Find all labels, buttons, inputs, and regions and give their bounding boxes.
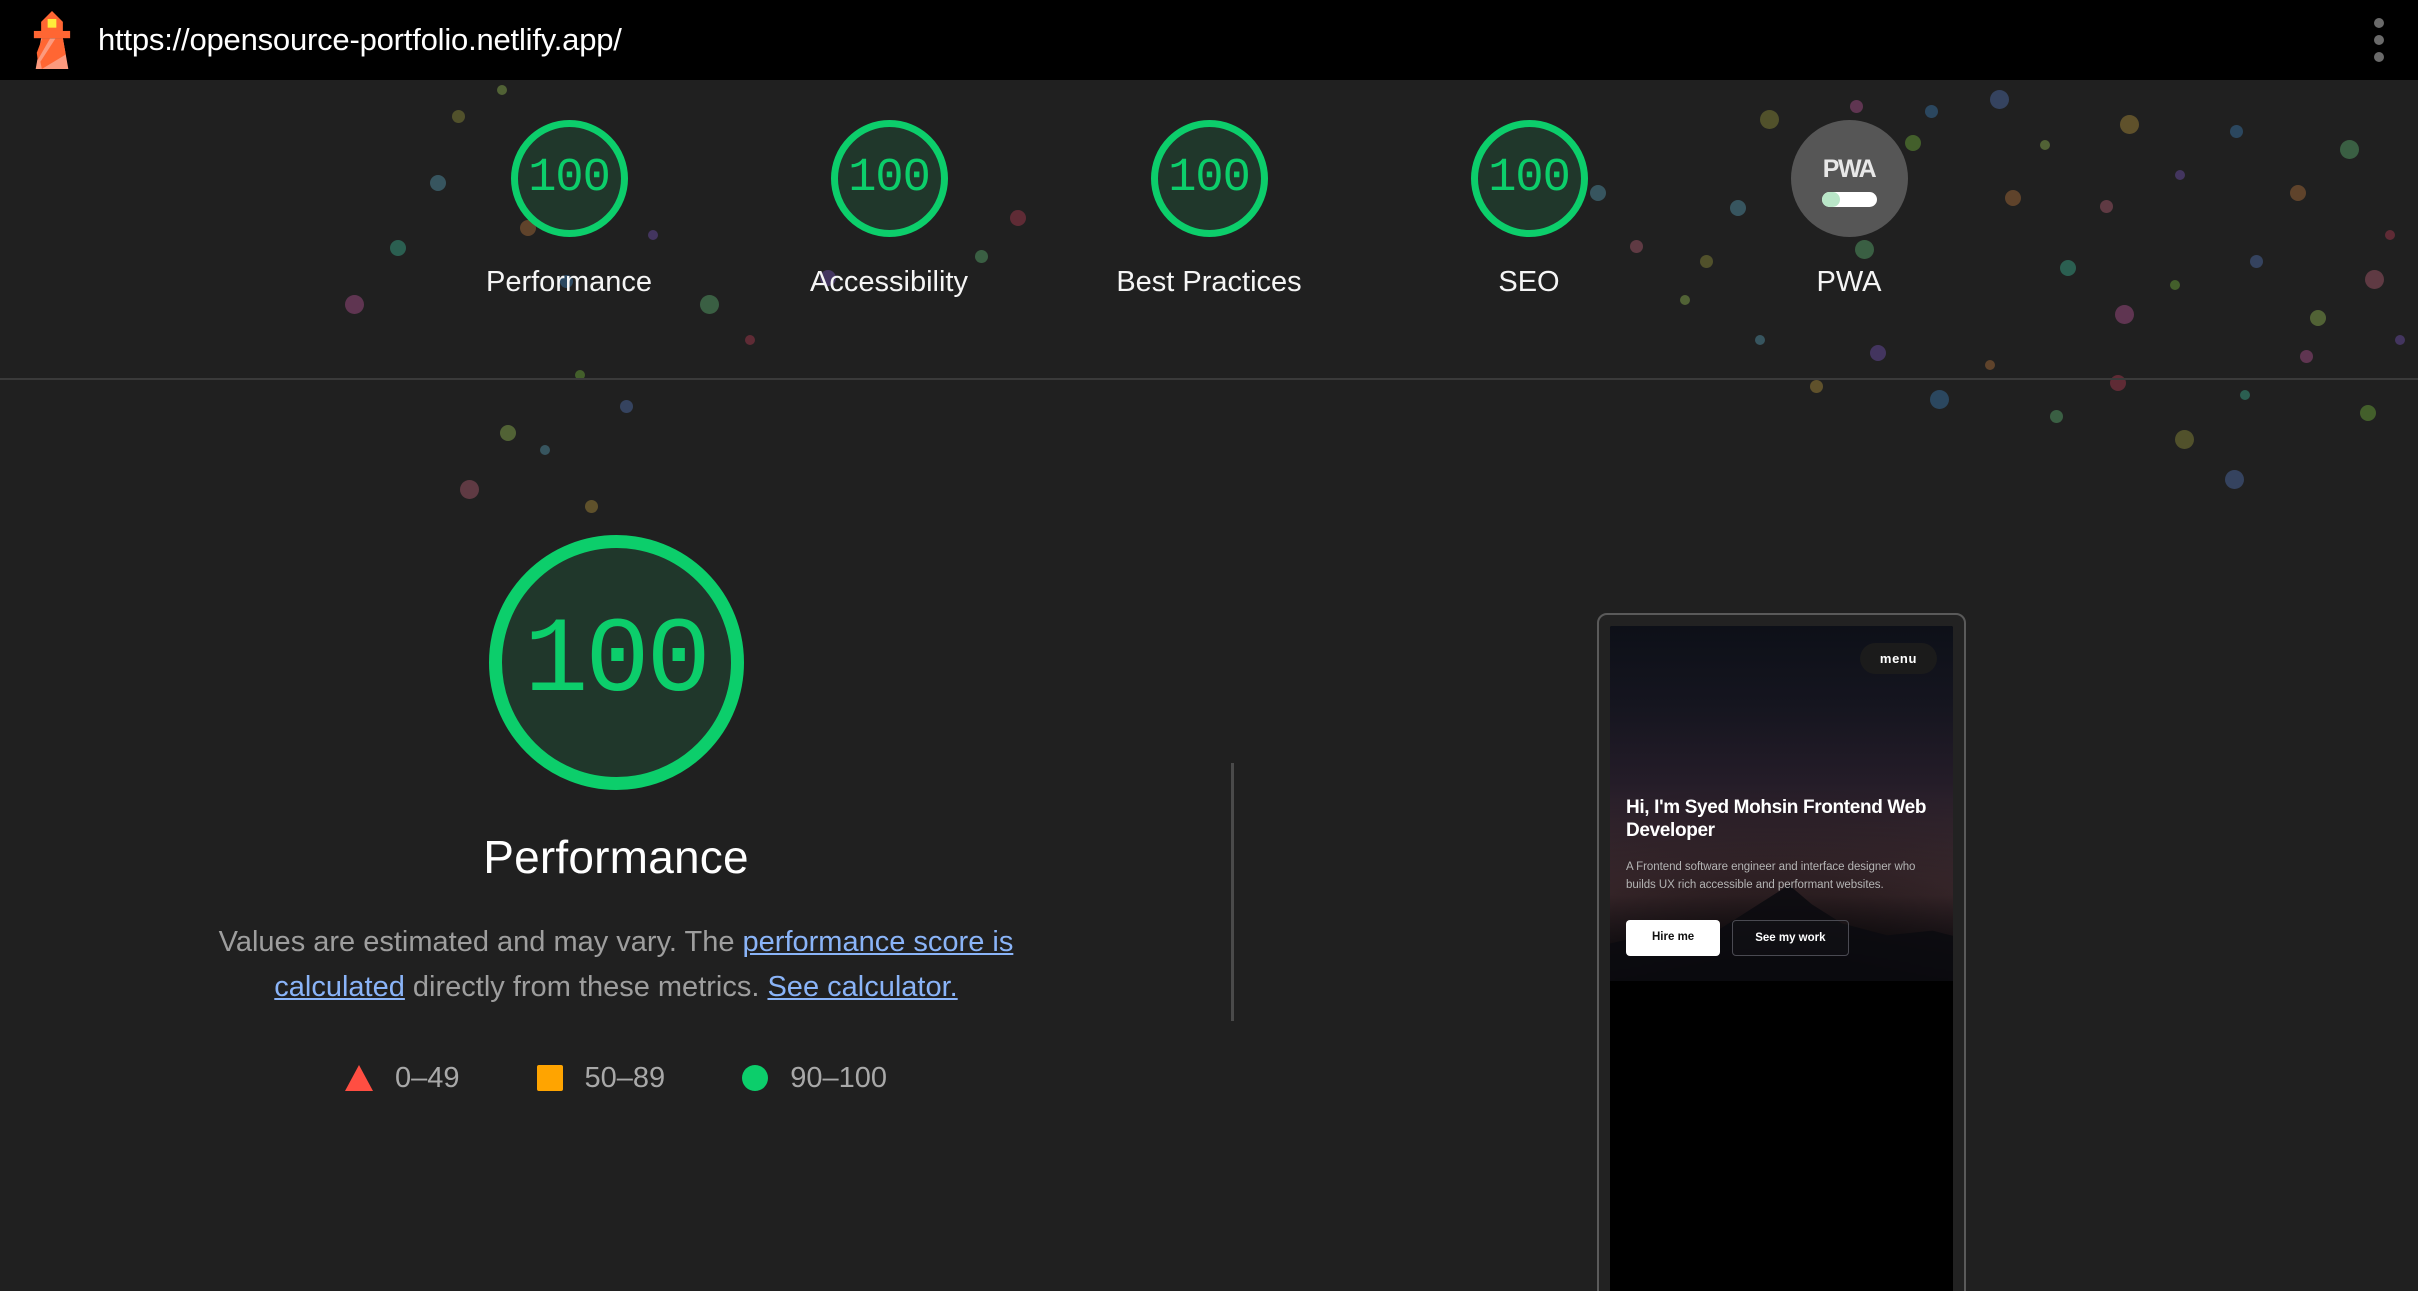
score-gauges-row: 100 Performance 100 Accessibility 100 Be… <box>0 80 2418 378</box>
desc-text-1: Values are estimated and may vary. The <box>219 926 743 958</box>
hire-me-button[interactable]: Hire me <box>1626 920 1720 956</box>
score-item-seo[interactable]: 100 SEO <box>1369 80 1689 299</box>
gauge-large-value: 100 <box>524 609 708 716</box>
legend-item-average: 50–89 <box>537 1062 666 1095</box>
score-label: PWA <box>1817 266 1882 299</box>
score-label: SEO <box>1498 266 1559 299</box>
pwa-progress-bar-icon <box>1822 192 1877 207</box>
legend-label: 50–89 <box>585 1062 666 1095</box>
gauge-pwa: PWA <box>1791 120 1908 237</box>
gauge-value: 100 <box>528 155 610 202</box>
legend-item-fail: 0–49 <box>345 1062 460 1095</box>
score-item-performance[interactable]: 100 Performance <box>409 80 729 299</box>
kebab-dot <box>2374 52 2384 62</box>
legend-label: 0–49 <box>395 1062 460 1095</box>
gauge-best-practices: 100 <box>1151 120 1268 237</box>
triangle-red-icon <box>345 1065 373 1091</box>
kebab-dot <box>2374 18 2384 28</box>
page-title: Performance <box>483 830 749 884</box>
score-legend: 0–49 50–89 90–100 <box>345 1062 887 1095</box>
circle-green-icon <box>742 1065 768 1091</box>
kebab-dot <box>2374 35 2384 45</box>
legend-item-pass: 90–100 <box>742 1062 887 1095</box>
see-my-work-button[interactable]: See my work <box>1732 920 1848 956</box>
phone-cta-row: Hire me See my work <box>1626 920 1937 956</box>
page-url: https://opensource-portfolio.netlify.app… <box>98 22 622 58</box>
performance-detail-panel: 100 Performance Values are estimated and… <box>0 535 1232 1095</box>
legend-label: 90–100 <box>790 1062 887 1095</box>
final-screenshot-preview: menu Hi, I'm Syed Mohsin Frontend Web De… <box>1597 613 1966 1291</box>
pwa-badge-label: PWA <box>1823 157 1875 182</box>
kebab-menu-icon[interactable] <box>2362 14 2396 66</box>
section-divider <box>0 378 2418 380</box>
gauge-value: 100 <box>848 155 930 202</box>
phone-heading: Hi, I'm Syed Mohsin Frontend Web Develop… <box>1626 796 1937 843</box>
phone-menu-button[interactable]: menu <box>1860 643 1937 674</box>
score-item-pwa[interactable]: PWA PWA <box>1689 80 2009 299</box>
gauge-value: 100 <box>1488 155 1570 202</box>
gauge-performance-large: 100 <box>489 535 744 790</box>
phone-screen: menu Hi, I'm Syed Mohsin Frontend Web De… <box>1610 626 1953 1291</box>
phone-hero-content: Hi, I'm Syed Mohsin Frontend Web Develop… <box>1610 796 1953 956</box>
gauge-performance: 100 <box>511 120 628 237</box>
performance-description: Values are estimated and may vary. The p… <box>166 920 1066 1010</box>
desc-text-2: directly from these metrics. <box>405 971 768 1003</box>
phone-paragraph: A Frontend software engineer and interfa… <box>1626 858 1937 895</box>
report-body: 100 Performance 100 Accessibility 100 Be… <box>0 80 2418 1291</box>
see-calculator-link[interactable]: See calculator. <box>767 971 957 1003</box>
vertical-divider <box>1231 763 1234 1021</box>
gauge-value: 100 <box>1168 155 1250 202</box>
score-label: Accessibility <box>810 266 968 299</box>
score-item-best-practices[interactable]: 100 Best Practices <box>1049 80 1369 299</box>
square-orange-icon <box>537 1065 563 1091</box>
gauge-seo: 100 <box>1471 120 1588 237</box>
score-label: Performance <box>486 266 652 299</box>
score-item-accessibility[interactable]: 100 Accessibility <box>729 80 1049 299</box>
score-label: Best Practices <box>1116 266 1301 299</box>
lighthouse-icon <box>30 11 74 69</box>
lighthouse-topbar: https://opensource-portfolio.netlify.app… <box>0 0 2418 80</box>
gauge-accessibility: 100 <box>831 120 948 237</box>
